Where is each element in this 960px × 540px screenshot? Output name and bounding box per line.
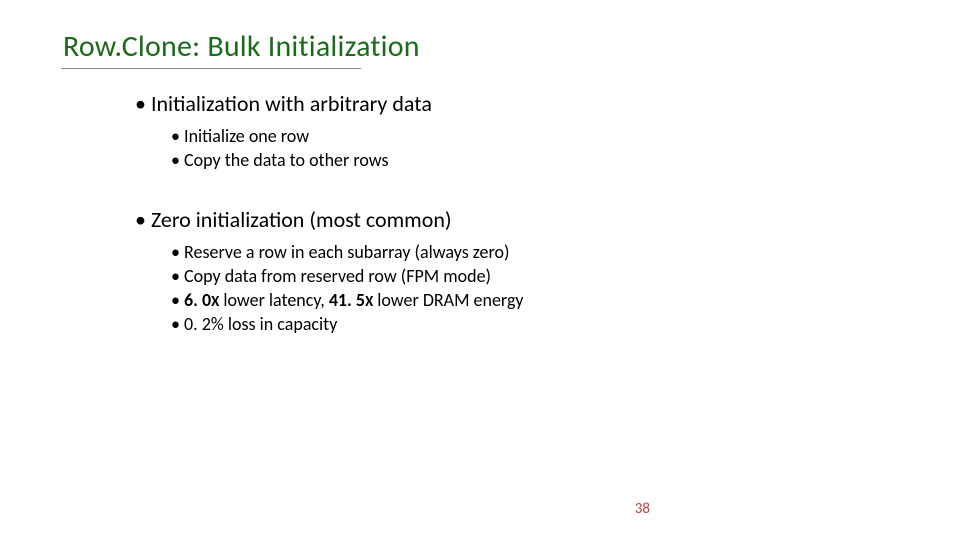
spacer — [135, 172, 835, 206]
list-item: Reserve a row in each subarray (always z… — [171, 240, 835, 264]
list-item: 0. 2% loss in capacity — [171, 312, 835, 336]
title-underline — [61, 68, 361, 69]
list-item: 6. 0X lower latency, 41. 5X lower DRAM e… — [171, 288, 835, 312]
slide-title: Row.Clone: Bulk Initialization — [63, 28, 420, 65]
slide-body: Initialization with arbitrary data Initi… — [135, 90, 835, 337]
slide: Row.Clone: Bulk Initialization Initializ… — [0, 0, 960, 540]
section-heading: Zero initialization (most common) — [135, 206, 835, 234]
list-item: Copy data from reserved row (FPM mode) — [171, 264, 835, 288]
page-number: 38 — [635, 500, 650, 518]
list-item: Initialize one row — [171, 124, 835, 148]
list-item: Copy the data to other rows — [171, 148, 835, 172]
section-heading: Initialization with arbitrary data — [135, 90, 835, 118]
